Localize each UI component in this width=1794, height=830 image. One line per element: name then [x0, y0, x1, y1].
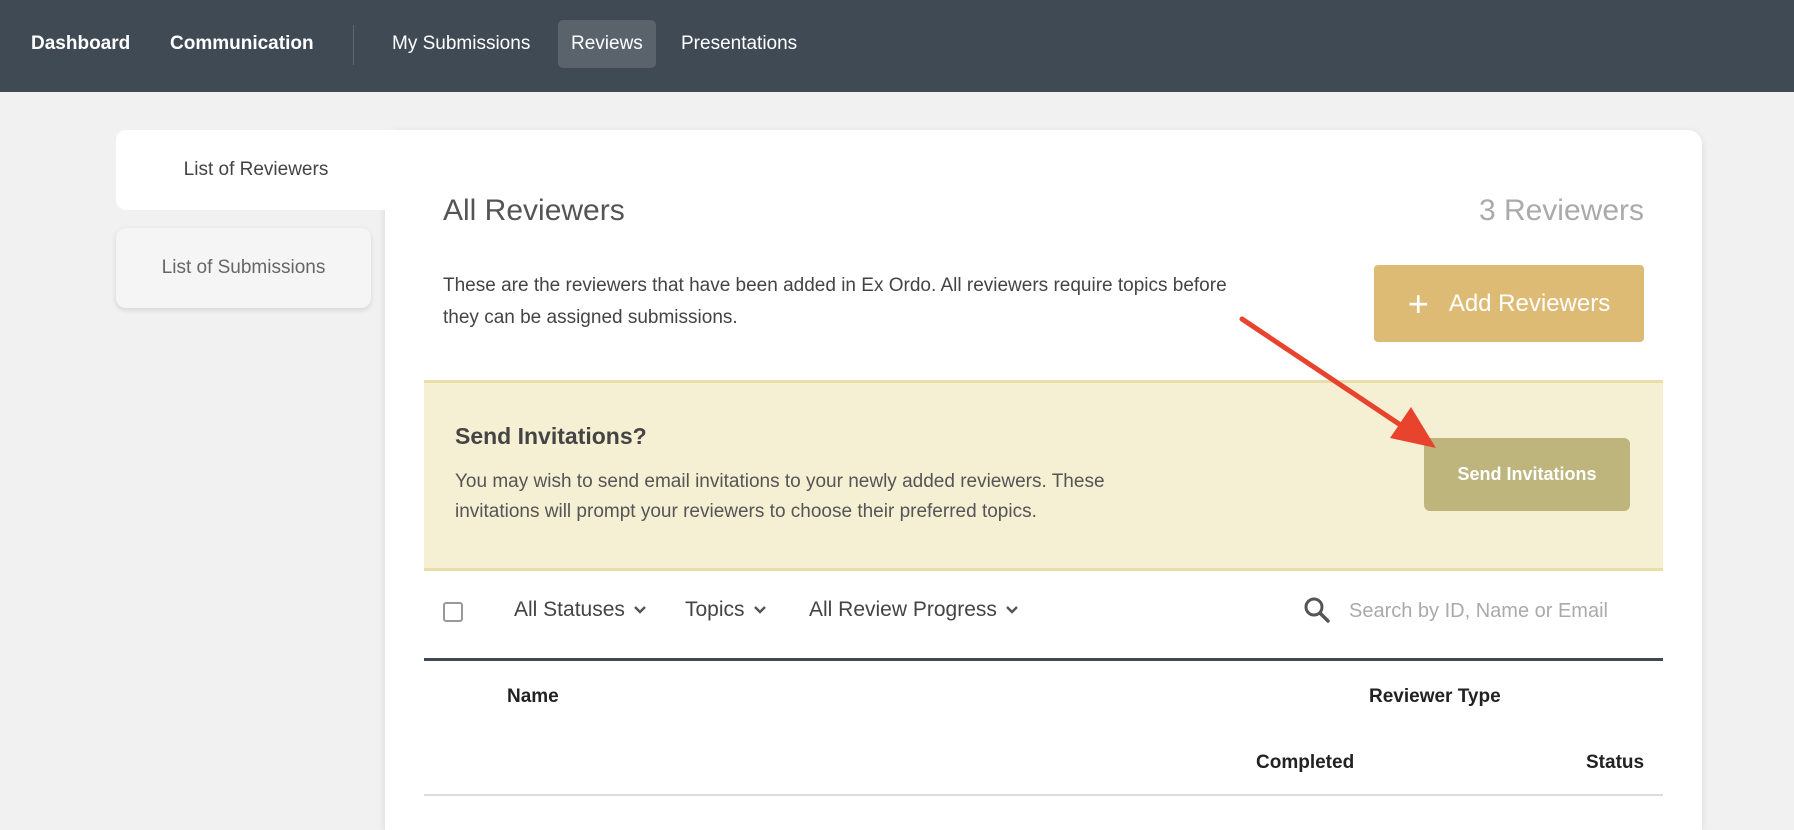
nav-divider: [353, 25, 354, 65]
review-progress-filter[interactable]: All Review Progress: [809, 598, 1019, 622]
search-icon: [1304, 597, 1330, 623]
send-invitations-button[interactable]: Send Invitations: [1424, 438, 1630, 511]
page-description: These are the reviewers that have been a…: [443, 275, 1227, 328]
add-reviewers-label: Add Reviewers: [1448, 289, 1611, 317]
plus-icon: +: [1407, 282, 1429, 324]
status-filter-label: All Statuses: [514, 598, 625, 621]
select-all-checkbox[interactable]: [443, 602, 463, 622]
tab-label: List of Submissions: [161, 257, 326, 278]
column-header-completed[interactable]: Completed: [1256, 752, 1354, 774]
send-invitations-banner: Send Invitations? You may wish to send e…: [424, 380, 1663, 571]
tab-list-of-submissions[interactable]: List of Submissions: [116, 228, 371, 308]
add-reviewers-button[interactable]: + Add Reviewers: [1374, 265, 1644, 342]
nav-my-submissions[interactable]: My Submissions: [379, 20, 543, 68]
table-header-divider: [424, 658, 1663, 661]
topics-filter[interactable]: Topics: [685, 598, 767, 622]
banner-description: You may wish to send email invitations t…: [455, 471, 1105, 522]
top-nav: Dashboard Communication My Submissions R…: [0, 0, 1794, 92]
tab-list-of-reviewers[interactable]: List of Reviewers: [116, 130, 396, 210]
chevron-down-icon: [1006, 606, 1018, 614]
table-divider: [424, 794, 1663, 796]
nav-presentations[interactable]: Presentations: [668, 20, 810, 68]
tab-label: List of Reviewers: [183, 159, 329, 180]
status-filter[interactable]: All Statuses: [514, 598, 647, 622]
nav-reviews[interactable]: Reviews: [558, 20, 656, 68]
chevron-down-icon: [634, 606, 646, 614]
main-panel: All Reviewers 3 Reviewers These are the …: [385, 130, 1702, 830]
banner-title: Send Invitations?: [455, 423, 647, 449]
reviewer-count: 3 Reviewers: [1478, 194, 1644, 227]
column-header-name[interactable]: Name: [507, 686, 559, 708]
review-progress-filter-label: All Review Progress: [809, 598, 997, 621]
page-title: All Reviewers: [443, 194, 625, 227]
search-input[interactable]: [1347, 590, 1651, 632]
column-header-reviewer-type[interactable]: Reviewer Type: [1369, 686, 1501, 708]
column-header-status[interactable]: Status: [1586, 752, 1644, 774]
topics-filter-label: Topics: [685, 598, 745, 621]
nav-communication[interactable]: Communication: [157, 20, 327, 68]
chevron-down-icon: [753, 606, 766, 614]
nav-dashboard[interactable]: Dashboard: [18, 20, 143, 68]
